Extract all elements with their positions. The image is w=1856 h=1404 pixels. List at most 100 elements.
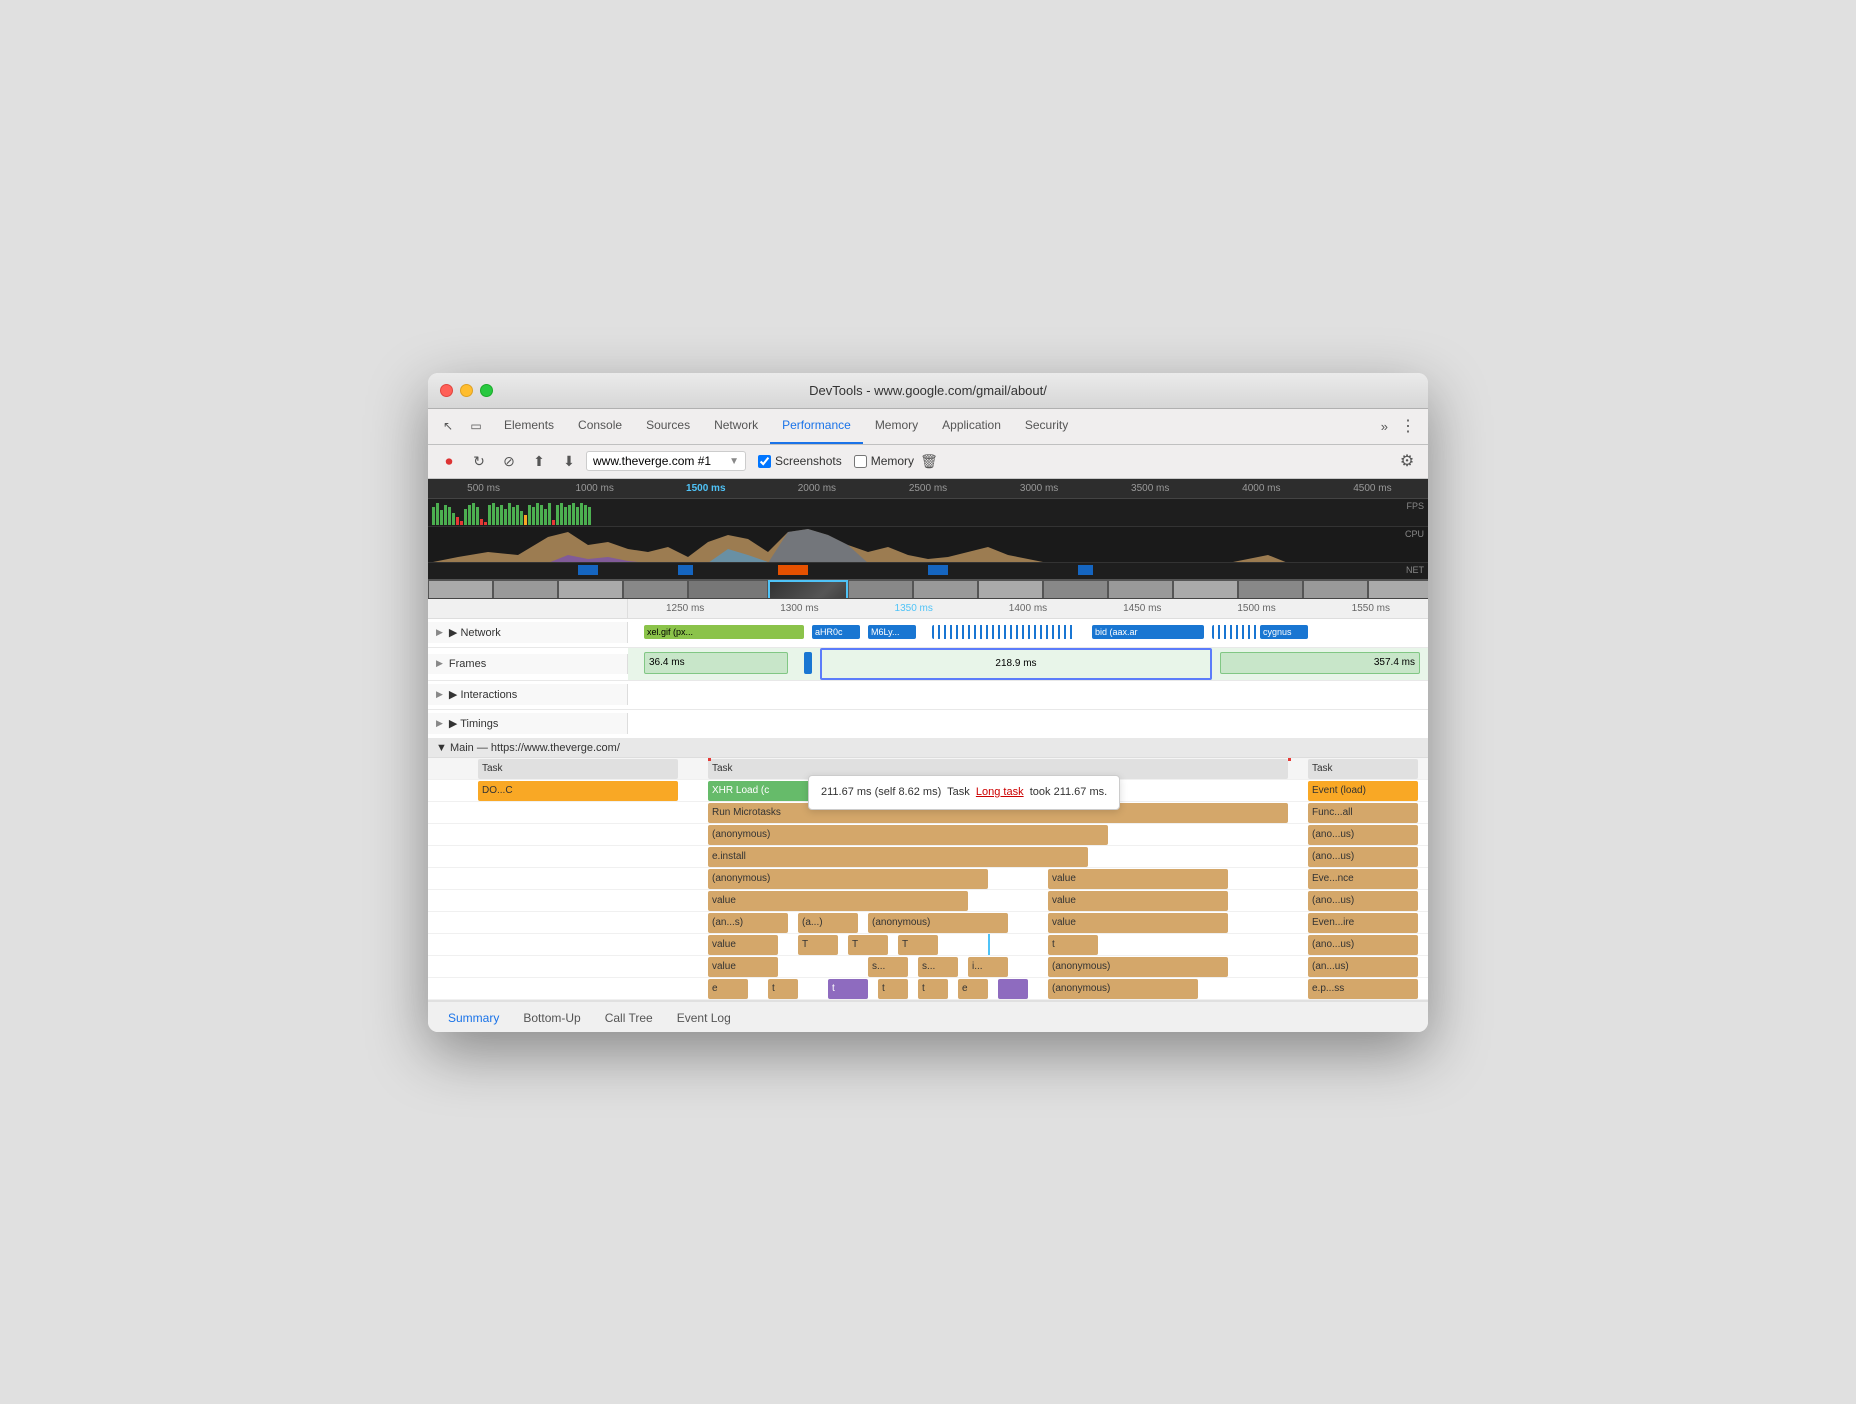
- cursor-icon[interactable]: ↖: [436, 414, 460, 438]
- tab-console[interactable]: Console: [566, 408, 634, 444]
- flame-event-load[interactable]: Event (load): [1308, 781, 1418, 801]
- flame-value-5[interactable]: value: [708, 935, 778, 955]
- tab-summary[interactable]: Summary: [436, 1004, 511, 1032]
- flame-task-3[interactable]: Task: [1308, 759, 1418, 779]
- flame-value-2[interactable]: value: [708, 891, 968, 911]
- flame-t-purple2[interactable]: [998, 979, 1028, 999]
- frames-arrow-icon: ▶: [436, 658, 443, 669]
- maximize-button[interactable]: [480, 384, 493, 397]
- clear-button[interactable]: 🗑: [918, 450, 940, 472]
- flame-doc[interactable]: DO...C: [478, 781, 678, 801]
- url-selector[interactable]: www.theverge.com #1 ▼: [586, 451, 746, 471]
- frame-item-1[interactable]: 218.9 ms: [820, 648, 1212, 680]
- tab-call-tree[interactable]: Call Tree: [593, 1004, 665, 1032]
- flame-s2[interactable]: s...: [918, 957, 958, 977]
- device-icon[interactable]: ▭: [464, 414, 488, 438]
- stop-button[interactable]: ⊘: [496, 448, 522, 474]
- flame-T-2[interactable]: T: [848, 935, 888, 955]
- screenshots-checkbox[interactable]: [758, 455, 771, 468]
- frame-divider: [804, 652, 812, 674]
- frames-track-label: Frames: [449, 658, 486, 670]
- download-button[interactable]: ⬇: [556, 448, 582, 474]
- settings-button[interactable]: ⚙: [1394, 448, 1420, 474]
- interactions-track-row: ▶ ▶ Interactions: [428, 681, 1428, 710]
- frame-item-0[interactable]: 36.4 ms: [644, 652, 788, 674]
- flame-anon-right-1[interactable]: (ano...us): [1308, 825, 1418, 845]
- flame-evence[interactable]: Eve...nce: [1308, 869, 1418, 889]
- ruler-label-4: 2500 ms: [872, 483, 983, 494]
- tab-sources[interactable]: Sources: [634, 408, 702, 444]
- flame-value-4[interactable]: value: [1048, 913, 1228, 933]
- flame-anus[interactable]: (an...us): [1308, 957, 1418, 977]
- flame-anon-right-2[interactable]: (ano...us): [1308, 847, 1418, 867]
- flame-row-4: (anonymous) (ano...us): [428, 824, 1428, 846]
- flame-s1[interactable]: s...: [868, 957, 908, 977]
- interactions-track-header[interactable]: ▶ ▶ Interactions: [428, 684, 628, 705]
- flame-anon-1[interactable]: (anonymous): [708, 825, 1108, 845]
- interactions-track-content: [628, 681, 1428, 709]
- flame-value-1[interactable]: value: [1048, 869, 1228, 889]
- flame-epss[interactable]: e.p...ss: [1308, 979, 1418, 999]
- tab-event-log[interactable]: Event Log: [665, 1004, 743, 1032]
- tooltip-long-task[interactable]: Long task: [976, 786, 1024, 798]
- flame-ans[interactable]: (an...s): [708, 913, 788, 933]
- flame-t-purple[interactable]: t: [828, 979, 868, 999]
- flame-e-1[interactable]: e: [708, 979, 748, 999]
- flame-task-1[interactable]: Task: [478, 759, 678, 779]
- flame-funcall[interactable]: Func...all: [1308, 803, 1418, 823]
- overview-ruler: 500 ms 1000 ms 1500 ms 2000 ms 2500 ms 3…: [428, 479, 1428, 499]
- flame-anon-3[interactable]: (anonymous): [868, 913, 1008, 933]
- flame-einstall[interactable]: e.install: [708, 847, 1088, 867]
- record-button[interactable]: ⏺: [436, 448, 462, 474]
- screenshots-checkbox-label[interactable]: Screenshots: [758, 454, 842, 468]
- memory-checkbox-label[interactable]: Memory: [854, 454, 914, 468]
- flame-anon-5[interactable]: (anonymous): [1048, 979, 1198, 999]
- reload-button[interactable]: ↻: [466, 448, 492, 474]
- flame-t-small-1[interactable]: t: [768, 979, 798, 999]
- flame-e-2[interactable]: e: [958, 979, 988, 999]
- close-button[interactable]: [440, 384, 453, 397]
- devtools-menu-button[interactable]: ⋮: [1396, 414, 1420, 438]
- network-item-0[interactable]: xel.gif (px...: [644, 625, 804, 639]
- flame-a[interactable]: (a...): [798, 913, 858, 933]
- timeline-overview[interactable]: 500 ms 1000 ms 1500 ms 2000 ms 2500 ms 3…: [428, 479, 1428, 599]
- frame-item-2[interactable]: 357.4 ms: [1220, 652, 1420, 674]
- network-item-4[interactable]: cygnus: [1260, 625, 1308, 639]
- flame-anon-4[interactable]: (anonymous): [1048, 957, 1228, 977]
- tab-application[interactable]: Application: [930, 408, 1013, 444]
- flame-row-9: value T T T t (ano...us): [428, 934, 1428, 956]
- flame-T-1[interactable]: T: [798, 935, 838, 955]
- flame-T-3[interactable]: T: [898, 935, 938, 955]
- frames-track-header[interactable]: ▶ Frames: [428, 654, 628, 674]
- flame-evenire[interactable]: Even...ire: [1308, 913, 1418, 933]
- tab-memory[interactable]: Memory: [863, 408, 930, 444]
- network-item-1[interactable]: aHR0c: [812, 625, 860, 639]
- flame-t-small-3[interactable]: t: [918, 979, 948, 999]
- flame-row-2: DO...C XHR Load (c Event (load) 211.67 m…: [428, 780, 1428, 802]
- timings-track-header[interactable]: ▶ ▶ Timings: [428, 713, 628, 734]
- upload-button[interactable]: ⬆: [526, 448, 552, 474]
- tab-elements[interactable]: Elements: [492, 408, 566, 444]
- screenshot-thumb: [913, 580, 978, 599]
- net-track: NET: [428, 563, 1428, 579]
- flame-anon-2[interactable]: (anonymous): [708, 869, 988, 889]
- flame-anous-1[interactable]: (ano...us): [1308, 891, 1418, 911]
- flame-i[interactable]: i...: [968, 957, 1008, 977]
- tab-performance[interactable]: Performance: [770, 408, 863, 444]
- minimize-button[interactable]: [460, 384, 473, 397]
- flame-value-6[interactable]: value: [708, 957, 778, 977]
- memory-checkbox[interactable]: [854, 455, 867, 468]
- network-item-3[interactable]: bid (aax.ar: [1092, 625, 1204, 639]
- tab-security[interactable]: Security: [1013, 408, 1080, 444]
- tab-bottom-up[interactable]: Bottom-Up: [511, 1004, 592, 1032]
- flame-t-small-2[interactable]: t: [878, 979, 908, 999]
- flame-value-3[interactable]: value: [1048, 891, 1228, 911]
- network-track-header[interactable]: ▶ ▶ Network: [428, 622, 628, 643]
- network-item-2[interactable]: M6Ly...: [868, 625, 916, 639]
- tab-network[interactable]: Network: [702, 408, 770, 444]
- screenshot-thumb-selected: [768, 580, 848, 599]
- flame-t-1[interactable]: t: [1048, 935, 1098, 955]
- more-tabs-button[interactable]: »: [1373, 408, 1396, 444]
- fps-track: FPS: [428, 499, 1428, 527]
- flame-anous-2[interactable]: (ano...us): [1308, 935, 1418, 955]
